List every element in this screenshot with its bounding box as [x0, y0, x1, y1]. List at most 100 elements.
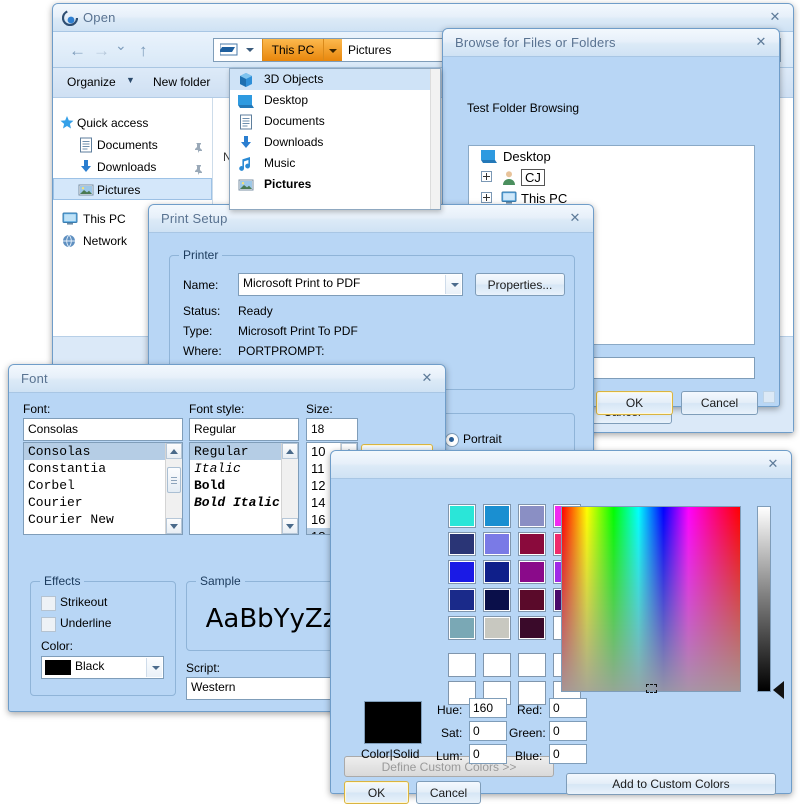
color-cancel-button[interactable]: Cancel	[416, 781, 481, 804]
color-swatch[interactable]	[484, 561, 510, 583]
list-item[interactable]: Bold	[190, 477, 281, 494]
browse-cancel-button[interactable]: Cancel	[681, 391, 758, 415]
menu-item-documents[interactable]: Documents	[230, 111, 430, 132]
color-swatch[interactable]	[449, 561, 475, 583]
menu-item-3d-objects[interactable]: 3D Objects	[230, 69, 430, 90]
color-swatch[interactable]	[449, 617, 475, 639]
browse-dialog-titlebar[interactable]: Browse for Files or Folders ✕	[443, 29, 779, 57]
forward-icon[interactable]: →	[93, 41, 110, 61]
font-style-scrollbar[interactable]	[281, 443, 298, 534]
new-folder-button[interactable]: New folder	[153, 75, 210, 89]
address-dropdown-icon[interactable]	[246, 48, 254, 52]
green-input[interactable]: 0	[549, 721, 587, 741]
font-size-input[interactable]: 18	[306, 418, 358, 441]
add-to-custom-colors-button[interactable]: Add to Custom Colors	[566, 773, 776, 795]
up-icon[interactable]: ↑	[139, 41, 148, 61]
color-swatch[interactable]	[449, 533, 475, 555]
sat-input[interactable]: 0	[469, 721, 507, 741]
sidebar-item-downloads[interactable]: Downloads	[53, 156, 212, 178]
printer-name-chevron-down-icon[interactable]	[445, 275, 461, 294]
font-list-scrollbar[interactable]	[165, 443, 182, 534]
print-setup-close-icon[interactable]: ✕	[565, 209, 585, 227]
color-swatch[interactable]	[484, 533, 510, 555]
font-color-chevron-down-icon[interactable]	[146, 658, 162, 677]
orientation-portrait-radio[interactable]: Portrait	[445, 432, 502, 447]
color-swatch[interactable]	[484, 505, 510, 527]
expander-plus-icon[interactable]	[481, 171, 492, 182]
font-name-input[interactable]: Consolas	[23, 418, 183, 441]
organize-button[interactable]: Organize	[67, 75, 116, 89]
custom-color-swatch[interactable]	[449, 654, 475, 676]
menu-item-pictures[interactable]: Pictures	[230, 174, 430, 195]
tree-node-cj[interactable]: CJ	[469, 167, 754, 188]
custom-color-swatch[interactable]	[519, 682, 545, 704]
lum-input[interactable]: 0	[469, 744, 507, 764]
list-item[interactable]: Courier	[24, 494, 165, 511]
color-swatch[interactable]	[519, 617, 545, 639]
red-input[interactable]: 0	[549, 698, 587, 718]
color-swatch[interactable]	[519, 533, 545, 555]
color-swatch[interactable]	[449, 589, 475, 611]
font-dialog-close-icon[interactable]: ✕	[417, 369, 437, 387]
font-color-combo[interactable]: Black	[41, 656, 164, 679]
font-name-list[interactable]: Consolas Constantia Corbel Courier Couri…	[23, 442, 183, 535]
luminosity-pointer-icon[interactable]	[773, 681, 784, 699]
list-item[interactable]: Italic	[190, 460, 281, 477]
sidebar-item-pictures[interactable]: Pictures	[53, 178, 212, 200]
menu-item-music[interactable]: Music	[230, 153, 430, 174]
spectrum-crosshair-icon[interactable]	[646, 684, 657, 693]
sidebar-item-quick-access[interactable]: Quick access	[53, 112, 212, 134]
printer-properties-button[interactable]: Properties...	[475, 273, 565, 296]
scroll-up-icon[interactable]	[282, 443, 298, 459]
color-dialog-close-icon[interactable]: ✕	[763, 455, 783, 473]
font-style-input[interactable]: Regular	[189, 418, 299, 441]
color-swatch[interactable]	[519, 505, 545, 527]
menu-item-downloads[interactable]: Downloads	[230, 132, 430, 153]
list-item[interactable]: Regular	[190, 443, 281, 460]
strikeout-checkbox[interactable]: Strikeout	[41, 595, 107, 611]
back-icon[interactable]: ←	[69, 41, 86, 61]
list-item[interactable]: Courier New	[24, 511, 165, 528]
tree-node-desktop[interactable]: Desktop	[469, 146, 754, 167]
color-spectrum[interactable]	[561, 506, 741, 692]
resize-grip[interactable]	[763, 391, 775, 403]
custom-color-swatch[interactable]	[484, 654, 510, 676]
blue-input[interactable]: 0	[549, 744, 587, 764]
list-item[interactable]: Constantia	[24, 460, 165, 477]
scroll-down-icon[interactable]	[166, 518, 182, 534]
recent-locations-icon[interactable]: ⌄	[115, 37, 127, 54]
pin-icon[interactable]	[193, 161, 204, 175]
underline-checkbox[interactable]: Underline	[41, 616, 111, 632]
color-dialog[interactable]: ✕ Define Custom Colors >> OK Cancel Colo…	[330, 450, 792, 804]
menu-scrollbar[interactable]	[430, 69, 440, 209]
breadcrumb-dropdown-menu[interactable]: 3D Objects Desktop Documents Downloads M…	[229, 68, 441, 210]
sidebar-item-documents[interactable]: Documents	[53, 134, 212, 156]
computer-crumb-icon[interactable]	[219, 43, 242, 57]
custom-color-swatch[interactable]	[519, 654, 545, 676]
luminosity-bar[interactable]	[757, 506, 771, 692]
color-swatch[interactable]	[519, 589, 545, 611]
color-dialog-titlebar[interactable]: ✕	[331, 451, 791, 479]
breadcrumb-this-pc[interactable]: This PC	[262, 39, 324, 61]
color-swatch[interactable]	[484, 617, 510, 639]
browse-dialog-close-icon[interactable]: ✕	[751, 33, 771, 51]
color-swatch[interactable]	[449, 505, 475, 527]
list-item[interactable]: Bold Italic	[190, 494, 281, 511]
scroll-up-icon[interactable]	[166, 443, 182, 459]
open-dialog-close-icon[interactable]: ✕	[765, 8, 785, 26]
menu-item-desktop[interactable]: Desktop	[230, 90, 430, 111]
scroll-thumb[interactable]	[167, 467, 181, 493]
pin-icon[interactable]	[193, 139, 204, 153]
color-ok-button[interactable]: OK	[344, 781, 409, 804]
browse-ok-button[interactable]: OK	[596, 391, 673, 415]
breadcrumb-pictures[interactable]: Pictures	[348, 43, 391, 57]
list-item[interactable]: Corbel	[24, 477, 165, 494]
color-swatch[interactable]	[484, 589, 510, 611]
list-item[interactable]: Consolas	[24, 443, 165, 460]
font-style-list[interactable]: Regular Italic Bold Bold Italic	[189, 442, 299, 535]
font-dialog-titlebar[interactable]: Font ✕	[9, 365, 445, 393]
organize-chevron-down-icon[interactable]: ▼	[126, 75, 135, 85]
hue-input[interactable]: 160	[469, 698, 507, 718]
breadcrumb-this-pc-chevron-icon[interactable]	[324, 39, 342, 61]
scroll-down-icon[interactable]	[282, 518, 298, 534]
